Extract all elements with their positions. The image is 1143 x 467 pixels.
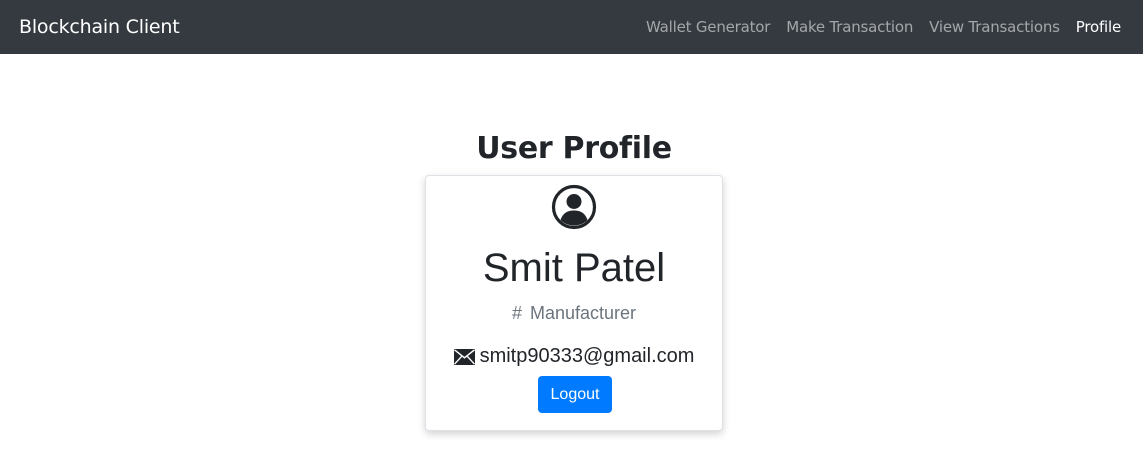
logout-button[interactable]: Logout <box>538 376 612 413</box>
user-circle-icon <box>551 184 597 230</box>
nav-link-profile[interactable]: Profile <box>1076 18 1121 36</box>
nav-links: Wallet Generator Make Transaction View T… <box>630 18 1121 36</box>
navbar: Blockchain Client Wallet Generator Make … <box>0 0 1143 54</box>
nav-link-make-transaction[interactable]: Make Transaction <box>786 18 913 36</box>
user-name: Smit Patel <box>482 246 666 290</box>
envelope-icon <box>453 348 475 365</box>
nav-link-view-transactions[interactable]: View Transactions <box>929 18 1060 36</box>
user-role: Manufacturer <box>529 303 637 323</box>
user-email: smitp90333@gmail.com <box>479 345 695 367</box>
role-row: # Manufacturer <box>426 303 722 324</box>
main-content: User Profile Smit Patel # Manufacturer sm… <box>0 54 1143 467</box>
nav-link-wallet-generator[interactable]: Wallet Generator <box>646 18 770 36</box>
profile-card: Smit Patel # Manufacturer smitp90333@gmai… <box>425 175 723 431</box>
hash-icon: # <box>511 303 522 323</box>
page-title: User Profile <box>476 131 672 166</box>
navbar-brand[interactable]: Blockchain Client <box>19 16 180 38</box>
email-row: smitp90333@gmail.com <box>426 345 722 368</box>
